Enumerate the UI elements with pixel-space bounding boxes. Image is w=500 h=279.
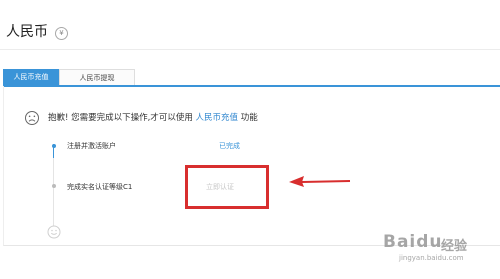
annotation-highlight-box (185, 165, 269, 209)
notice-message: 抱歉! 您需要完成以下操作,才可以使用 人民币充值 功能 (48, 111, 258, 125)
arrow-left-icon (289, 176, 351, 187)
step-register-status: 已完成 (219, 142, 240, 150)
notice-link-rmb-deposit[interactable]: 人民币充值 (196, 113, 239, 123)
step-dot-pending (51, 184, 56, 188)
step-dot-completed (51, 144, 56, 148)
watermark-text: 经验 (441, 239, 468, 254)
page-title: 人民币 (6, 24, 48, 40)
smile-face-icon (47, 225, 61, 239)
yen-circle-icon: ¥ (55, 27, 68, 40)
step-register-label: 注册并激活账户 (67, 142, 116, 150)
step-verify-label: 完成实名认证等级C1 (67, 183, 133, 191)
tab-rmb-deposit[interactable]: 人民币充值 (3, 69, 59, 85)
title-divider (0, 49, 500, 50)
watermark: Baidu 经验 jingyan.baidu.com (379, 232, 499, 272)
sad-face-icon (25, 111, 39, 125)
tab-bar: 人民币充值 人民币提现 (0, 69, 500, 87)
watermark-url: jingyan.baidu.com (399, 254, 464, 262)
watermark-logo: Baidu (383, 232, 443, 252)
notice-text: 抱歉! 您需要完成以下操作,才可以使用 (48, 113, 193, 123)
notice-suffix: 功能 (240, 113, 258, 123)
tab-rmb-withdraw[interactable]: 人民币提现 (59, 69, 135, 85)
